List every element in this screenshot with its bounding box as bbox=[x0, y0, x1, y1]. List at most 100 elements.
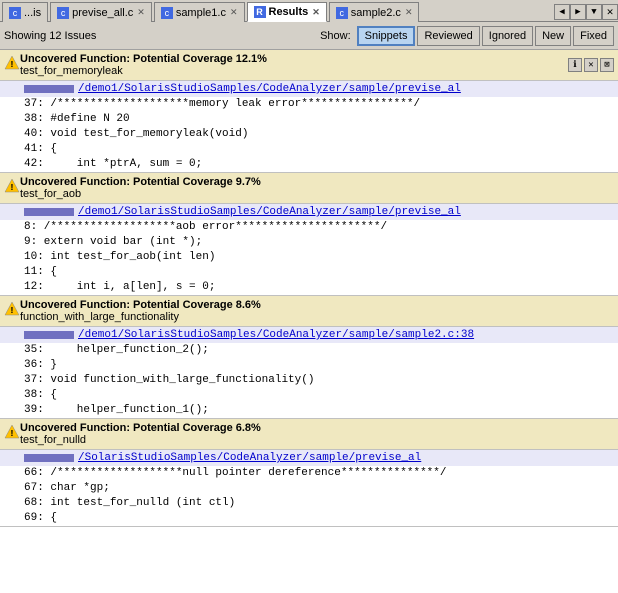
tab-results[interactable]: R Results ✕ bbox=[247, 2, 327, 22]
code-line-1-2: 10: int test_for_aob(int len) bbox=[0, 250, 618, 265]
warning-icon-0: ! bbox=[4, 55, 20, 75]
code-line-0-3: 41: { bbox=[0, 142, 618, 157]
file-link-bar-2 bbox=[24, 331, 74, 339]
reviewed-button[interactable]: Reviewed bbox=[417, 26, 479, 46]
issue-block-1: ! Uncovered Function: Potential Coverage… bbox=[0, 173, 618, 296]
issue-block-3: ! Uncovered Function: Potential Coverage… bbox=[0, 419, 618, 527]
issue-title-1: Uncovered Function: Potential Coverage 9… bbox=[20, 176, 614, 188]
file-link-row-2: /demo1/SolarisStudioSamples/CodeAnalyzer… bbox=[0, 327, 618, 343]
issue-action-btn-2[interactable]: ⊠ bbox=[600, 58, 614, 72]
file-link-3[interactable]: /SolarisStudioSamples/CodeAnalyzer/sampl… bbox=[78, 452, 421, 464]
file-link-row-3: /SolarisStudioSamples/CodeAnalyzer/sampl… bbox=[0, 450, 618, 466]
file-link-1[interactable]: /demo1/SolarisStudioSamples/CodeAnalyzer… bbox=[78, 206, 461, 218]
file-link-2[interactable]: /demo1/SolarisStudioSamples/CodeAnalyzer… bbox=[78, 329, 474, 341]
tab-icon-is: c bbox=[9, 7, 21, 19]
issue-action-btn-0[interactable]: ℹ bbox=[568, 58, 582, 72]
ignored-button[interactable]: Ignored bbox=[482, 26, 533, 46]
toolbar: Showing 12 Issues Show: Snippets Reviewe… bbox=[0, 22, 618, 50]
tab-label-previse: previse_all.c bbox=[72, 7, 133, 19]
snippets-button[interactable]: Snippets bbox=[357, 26, 416, 46]
code-line-3-0: 66: /*******************null pointer der… bbox=[0, 466, 618, 481]
tab-close-previse[interactable]: ✕ bbox=[137, 7, 145, 18]
code-section-1: /demo1/SolarisStudioSamples/CodeAnalyzer… bbox=[0, 204, 618, 295]
content-area: ! Uncovered Function: Potential Coverage… bbox=[0, 50, 618, 593]
code-section-3: /SolarisStudioSamples/CodeAnalyzer/sampl… bbox=[0, 450, 618, 526]
issue-title-area-1: Uncovered Function: Potential Coverage 9… bbox=[20, 176, 614, 200]
issue-subtitle-1: test_for_aob bbox=[20, 188, 614, 200]
code-line-1-0: 8: /*******************aob error********… bbox=[0, 220, 618, 235]
warning-icon-3: ! bbox=[4, 424, 20, 444]
code-line-3-2: 68: int test_for_nulld (int ctl) bbox=[0, 496, 618, 511]
tab-close-results[interactable]: ✕ bbox=[312, 7, 320, 18]
code-line-2-2: 37: void function_with_large_functionali… bbox=[0, 373, 618, 388]
code-section-0: /demo1/SolarisStudioSamples/CodeAnalyzer… bbox=[0, 81, 618, 172]
svg-text:!: ! bbox=[9, 60, 14, 70]
new-button[interactable]: New bbox=[535, 26, 571, 46]
issue-subtitle-0: test_for_memoryleak bbox=[20, 65, 568, 77]
svg-text:!: ! bbox=[9, 183, 14, 193]
issue-title-3: Uncovered Function: Potential Coverage 6… bbox=[20, 422, 614, 434]
issue-title-area-3: Uncovered Function: Potential Coverage 6… bbox=[20, 422, 614, 446]
tab-icon-results: R bbox=[254, 6, 266, 18]
tab-label-is: ...is bbox=[24, 7, 41, 19]
warning-icon-1: ! bbox=[4, 178, 20, 198]
tab-icon-sample2: c bbox=[336, 7, 348, 19]
issue-title-area-0: Uncovered Function: Potential Coverage 1… bbox=[20, 53, 568, 77]
tab-is[interactable]: c ...is bbox=[2, 2, 48, 22]
tab-navigation: ◀ ▶ ▼ ✕ bbox=[554, 2, 618, 21]
file-link-bar-3 bbox=[24, 454, 74, 462]
svg-text:!: ! bbox=[9, 429, 14, 439]
tab-sample1[interactable]: c sample1.c ✕ bbox=[154, 2, 245, 22]
code-line-1-3: 11: { bbox=[0, 265, 618, 280]
issue-header-0: ! Uncovered Function: Potential Coverage… bbox=[0, 50, 618, 81]
file-link-row-1: /demo1/SolarisStudioSamples/CodeAnalyzer… bbox=[0, 204, 618, 220]
issue-title-2: Uncovered Function: Potential Coverage 8… bbox=[20, 299, 614, 311]
code-line-2-3: 38: { bbox=[0, 388, 618, 403]
tab-close-sample2[interactable]: ✕ bbox=[405, 7, 413, 18]
issues-list[interactable]: ! Uncovered Function: Potential Coverage… bbox=[0, 50, 618, 593]
tab-nav-close[interactable]: ✕ bbox=[602, 4, 618, 20]
fixed-button[interactable]: Fixed bbox=[573, 26, 614, 46]
tab-icon-previse: c bbox=[57, 7, 69, 19]
issue-title-area-2: Uncovered Function: Potential Coverage 8… bbox=[20, 299, 614, 323]
tab-icon-sample1: c bbox=[161, 7, 173, 19]
tab-nav-right[interactable]: ▶ bbox=[570, 4, 586, 20]
code-line-0-4: 42: int *ptrA, sum = 0; bbox=[0, 157, 618, 172]
code-line-1-1: 9: extern void bar (int *); bbox=[0, 235, 618, 250]
issue-header-1: ! Uncovered Function: Potential Coverage… bbox=[0, 173, 618, 204]
tab-previse[interactable]: c previse_all.c ✕ bbox=[50, 2, 152, 22]
tab-bar: c ...is c previse_all.c ✕ c sample1.c ✕ … bbox=[0, 0, 618, 22]
code-section-2: /demo1/SolarisStudioSamples/CodeAnalyzer… bbox=[0, 327, 618, 418]
issue-block-2: ! Uncovered Function: Potential Coverage… bbox=[0, 296, 618, 419]
code-line-2-4: 39: helper_function_1(); bbox=[0, 403, 618, 418]
tab-sample2[interactable]: c sample2.c ✕ bbox=[329, 2, 420, 22]
code-line-3-1: 67: char *gp; bbox=[0, 481, 618, 496]
code-line-0-0: 37: /********************memory leak err… bbox=[0, 97, 618, 112]
issue-title-0: Uncovered Function: Potential Coverage 1… bbox=[20, 53, 568, 65]
show-label: Show: bbox=[320, 30, 351, 42]
tab-label-results: Results bbox=[269, 6, 309, 18]
issue-header-2: ! Uncovered Function: Potential Coverage… bbox=[0, 296, 618, 327]
issue-header-icons-0: ℹ✕⊠ bbox=[568, 58, 614, 72]
issue-subtitle-3: test_for_nulld bbox=[20, 434, 614, 446]
issue-subtitle-2: function_with_large_functionality bbox=[20, 311, 614, 323]
tab-nav-left[interactable]: ◀ bbox=[554, 4, 570, 20]
code-line-2-0: 35: helper_function_2(); bbox=[0, 343, 618, 358]
tab-nav-menu[interactable]: ▼ bbox=[586, 4, 602, 20]
tab-label-sample1: sample1.c bbox=[176, 7, 226, 19]
code-line-3-3: 69: { bbox=[0, 511, 618, 526]
issue-block-0: ! Uncovered Function: Potential Coverage… bbox=[0, 50, 618, 173]
issue-action-btn-1[interactable]: ✕ bbox=[584, 58, 598, 72]
code-line-2-1: 36: } bbox=[0, 358, 618, 373]
warning-icon-2: ! bbox=[4, 301, 20, 321]
code-line-0-1: 38: #define N 20 bbox=[0, 112, 618, 127]
svg-text:!: ! bbox=[9, 306, 14, 316]
code-line-1-4: 12: int i, a[len], s = 0; bbox=[0, 280, 618, 295]
file-link-bar-0 bbox=[24, 85, 74, 93]
issues-count-label: Showing 12 Issues bbox=[4, 30, 320, 42]
tab-label-sample2: sample2.c bbox=[351, 7, 401, 19]
tab-close-sample1[interactable]: ✕ bbox=[230, 7, 238, 18]
file-link-0[interactable]: /demo1/SolarisStudioSamples/CodeAnalyzer… bbox=[78, 83, 461, 95]
file-link-row-0: /demo1/SolarisStudioSamples/CodeAnalyzer… bbox=[0, 81, 618, 97]
file-link-bar-1 bbox=[24, 208, 74, 216]
